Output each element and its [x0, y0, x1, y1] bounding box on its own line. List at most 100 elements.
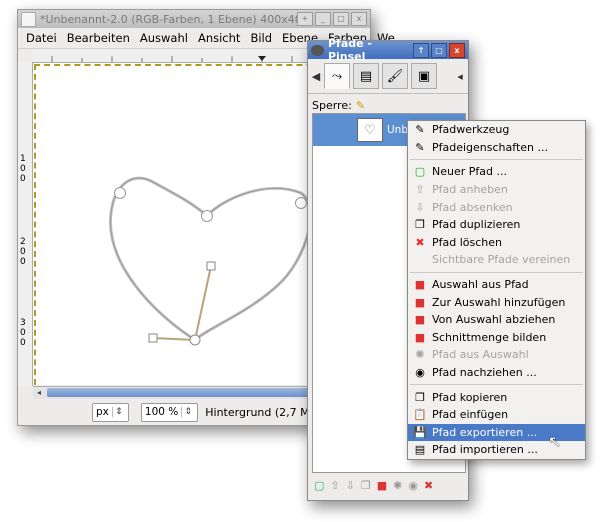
- stroke-path-icon[interactable]: ◉: [408, 479, 418, 492]
- delete-icon: ✖: [415, 235, 425, 249]
- anchor-point: [295, 197, 307, 209]
- unit-value: px: [96, 406, 109, 418]
- context-menu-item-label: Pfad absenken: [432, 200, 513, 214]
- maximize-icon[interactable]: □: [333, 12, 349, 26]
- add-selection-icon: ■: [414, 295, 426, 309]
- context-menu-item[interactable]: ❐ Pfad kopieren: [408, 388, 585, 406]
- unit-select[interactable]: px ⇕: [92, 402, 129, 422]
- ruler-label-200: 200: [20, 237, 26, 267]
- stroke-path-icon: ◉: [415, 366, 425, 380]
- unit-dropdown-icon[interactable]: ⇕: [111, 407, 125, 417]
- lock-icon[interactable]: ✎: [356, 99, 365, 112]
- duplicate-icon: ❐: [415, 218, 425, 232]
- dock-maximize-icon[interactable]: □: [431, 42, 447, 58]
- context-menu-item: Sichtbare Pfade vereinen: [408, 251, 585, 269]
- zoom-dropdown-icon[interactable]: ⇕: [181, 407, 194, 417]
- context-menu-item-label: Pfad kopieren: [432, 390, 508, 404]
- context-menu-item[interactable]: ■ Zur Auswahl hinzufügen: [408, 293, 585, 311]
- selection-to-path-icon[interactable]: ✺: [393, 479, 402, 492]
- anchor-point: [189, 334, 201, 346]
- close-icon[interactable]: x: [351, 12, 367, 26]
- context-menu-item-label: Neuer Pfad ...: [432, 165, 507, 179]
- image-window-title: *Unbenannt-2.0 (RGB-Farben, 1 Ebene) 400…: [40, 12, 297, 26]
- context-menu-item-label: Zur Auswahl hinzufügen: [432, 295, 566, 309]
- path-context-menu: ✎ Pfadwerkzeug ✎ Pfadeigenschaften ... ▢ Neue…: [407, 120, 586, 460]
- menu-datei[interactable]: Datei: [21, 31, 62, 45]
- pin-icon[interactable]: +: [297, 12, 313, 26]
- lower-path-icon[interactable]: ⇩: [346, 479, 355, 492]
- brush-icon: 🖌: [386, 68, 404, 84]
- path-thumbnail: ♡: [357, 118, 383, 142]
- tab-images[interactable]: ▣: [411, 63, 437, 89]
- lock-label: Sperre:: [312, 98, 352, 112]
- dock-close-icon[interactable]: x: [449, 42, 465, 58]
- context-menu-item-label: Von Auswahl abziehen: [432, 313, 556, 327]
- context-menu-item-label: Pfad aus Auswahl: [432, 348, 529, 362]
- tab-layers[interactable]: ▤: [353, 63, 379, 89]
- copy-path-icon: ❐: [415, 390, 425, 404]
- app-icon: [21, 11, 36, 27]
- context-menu-item-label: Auswahl aus Pfad: [432, 278, 529, 292]
- menu-auswahl[interactable]: Auswahl: [135, 31, 193, 45]
- delete-path-icon[interactable]: ✖: [424, 479, 433, 492]
- tab-paths[interactable]: ⤳: [324, 63, 350, 89]
- tab-menu-icon[interactable]: ◂: [455, 70, 465, 83]
- context-menu-item[interactable]: ◉ Pfad nachziehen ...: [408, 364, 585, 382]
- context-menu-item-label: Pfad nachziehen ...: [432, 366, 537, 380]
- raise-path-icon[interactable]: ⇧: [330, 479, 339, 492]
- dock-pin-icon[interactable]: ↑: [413, 42, 429, 58]
- tab-brushes[interactable]: 🖌: [382, 63, 408, 89]
- context-menu-item-label: Pfadwerkzeug: [432, 123, 510, 137]
- context-menu-item[interactable]: ✖ Pfad löschen: [408, 234, 585, 252]
- context-menu-item[interactable]: ▢ Neuer Pfad ...: [408, 163, 585, 181]
- paste-path-icon: 📋: [413, 408, 427, 422]
- context-menu-item[interactable]: ❐ Pfad duplizieren: [408, 216, 585, 234]
- context-menu-item-label: Pfad exportieren ...: [432, 425, 538, 439]
- handle-point: [148, 333, 158, 343]
- zoom-value: 100 %: [144, 406, 179, 418]
- dock-titlebar[interactable]: Pfade - Pinsel ↑ □ x: [308, 37, 468, 63]
- context-menu-item[interactable]: ■ Von Auswahl abziehen: [408, 311, 585, 329]
- path-properties-icon: ✎: [415, 140, 425, 154]
- scroll-left-icon[interactable]: ◂: [33, 387, 45, 398]
- context-menu-item[interactable]: ■ Auswahl aus Pfad: [408, 276, 585, 294]
- context-menu-item[interactable]: 📋 Pfad einfügen: [408, 406, 585, 424]
- zoom-select[interactable]: 100 % ⇕: [140, 402, 199, 422]
- context-menu-item-label: Pfad einfügen: [432, 408, 509, 422]
- context-menu-item[interactable]: ✎ Pfadwerkzeug: [408, 121, 585, 139]
- duplicate-path-icon[interactable]: ❐: [361, 479, 371, 492]
- import-path-icon: ▤: [414, 443, 426, 457]
- status-text: Hintergrund (2,7 MB): [205, 405, 322, 419]
- context-menu-item-label: Schnittmenge bilden: [432, 330, 547, 344]
- menu-bearbeiten[interactable]: Bearbeiten: [62, 31, 135, 45]
- new-path-icon[interactable]: ▢: [314, 479, 324, 492]
- ruler-label-100: 100: [20, 154, 26, 184]
- lower-icon: ⇩: [415, 200, 425, 214]
- scroll-thumb[interactable]: [47, 388, 349, 397]
- context-menu-item-label: Pfad löschen: [432, 235, 503, 249]
- path-to-selection-icon[interactable]: ■: [377, 479, 387, 492]
- context-menu-item-label: Sichtbare Pfade vereinen: [432, 253, 571, 267]
- context-menu-item-label: Pfad duplizieren: [432, 218, 521, 232]
- anchor-point: [114, 187, 126, 199]
- dock-tabs: ◀ ⤳ ▤ 🖌 ▣ ◂: [308, 59, 468, 94]
- ruler-label-300: 300: [20, 318, 26, 348]
- context-menu-item[interactable]: ✎ Pfadeigenschaften ...: [408, 139, 585, 157]
- context-menu-item: ⇩ Pfad absenken: [408, 198, 585, 216]
- menu-bild[interactable]: Bild: [245, 31, 277, 45]
- anchor-point: [201, 210, 213, 222]
- menu-ansicht[interactable]: Ansicht: [193, 31, 245, 45]
- context-menu-item[interactable]: ■ Schnittmenge bilden: [408, 329, 585, 347]
- selection-from-path-icon: ■: [414, 278, 426, 292]
- context-menu-item: ✺ Pfad aus Auswahl: [408, 346, 585, 364]
- ruler-left[interactable]: 100 200 300: [18, 62, 33, 386]
- handle-point: [206, 261, 216, 271]
- context-menu-item-label: Pfad anheben: [432, 183, 508, 197]
- menu-separator: [410, 271, 583, 273]
- image-window-titlebar[interactable]: *Unbenannt-2.0 (RGB-Farben, 1 Ebene) 400…: [18, 10, 370, 28]
- layers-icon: ▤: [359, 68, 373, 84]
- context-menu-item-label: Pfad importieren ...: [432, 443, 538, 457]
- menu-separator: [410, 159, 583, 161]
- minimize-icon[interactable]: _: [315, 12, 331, 26]
- tab-prev-icon[interactable]: ◀: [311, 70, 321, 83]
